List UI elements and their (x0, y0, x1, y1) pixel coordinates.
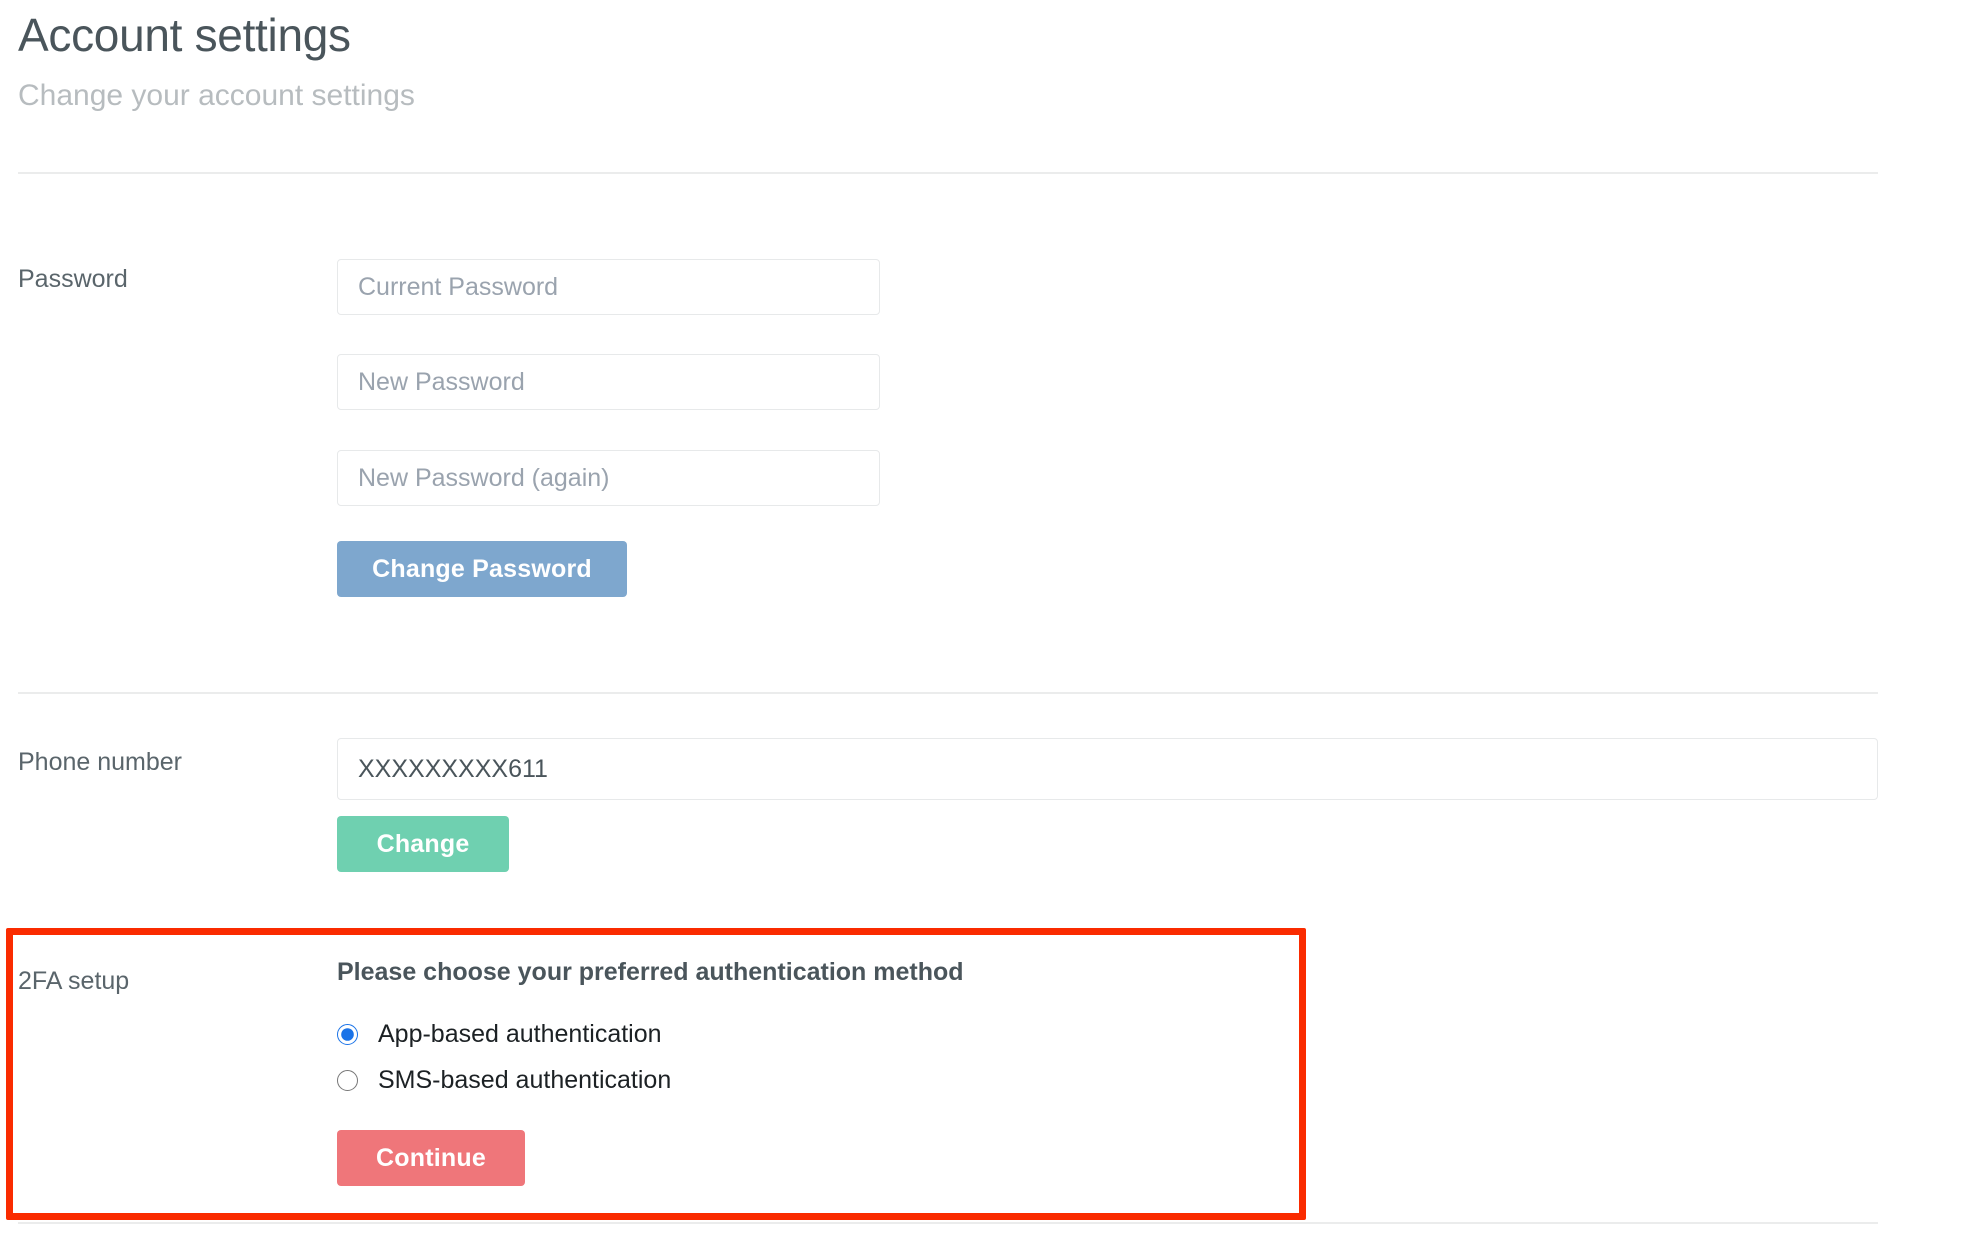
twofa-radio-app[interactable] (337, 1023, 358, 1045)
change-password-button[interactable]: Change Password (337, 541, 627, 597)
divider-middle (18, 692, 1878, 694)
twofa-section-label: 2FA setup (18, 967, 130, 995)
twofa-option-app-label[interactable]: App-based authentication (378, 1020, 662, 1049)
change-phone-button[interactable]: Change (337, 816, 509, 872)
twofa-option-app[interactable]: App-based authentication (337, 1017, 662, 1051)
new-password-again-input[interactable] (337, 450, 880, 506)
account-settings-page: Account settings Change your account set… (0, 0, 1964, 1236)
new-password-input[interactable] (337, 354, 880, 410)
twofa-heading: Please choose your preferred authenticat… (337, 958, 964, 986)
phone-number-input[interactable] (337, 738, 1878, 800)
phone-section-label: Phone number (18, 748, 183, 776)
twofa-radio-sms[interactable] (337, 1069, 358, 1091)
twofa-option-sms-label[interactable]: SMS-based authentication (378, 1066, 671, 1095)
current-password-input[interactable] (337, 259, 880, 315)
divider-top (18, 172, 1878, 174)
divider-bottom (18, 1222, 1878, 1224)
page-subtitle: Change your account settings (18, 79, 415, 112)
password-section-label: Password (18, 265, 128, 293)
page-title: Account settings (18, 9, 351, 61)
continue-button[interactable]: Continue (337, 1130, 525, 1186)
twofa-option-sms[interactable]: SMS-based authentication (337, 1063, 671, 1097)
